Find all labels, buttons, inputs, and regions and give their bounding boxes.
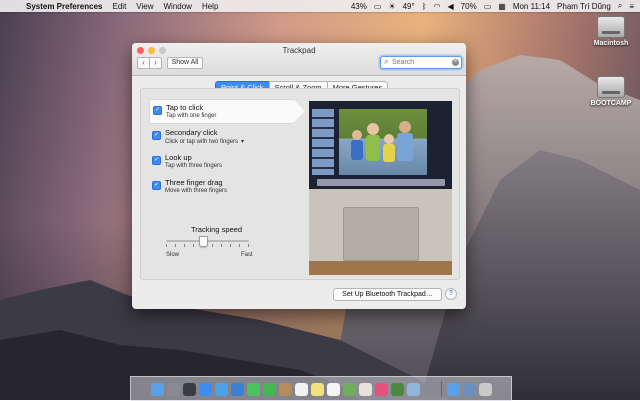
app-store-icon[interactable] <box>198 382 212 396</box>
reminders-icon[interactable] <box>326 382 340 396</box>
maps-icon[interactable] <box>342 382 356 396</box>
drive-label: Macintosh <box>593 40 629 47</box>
battery-icon[interactable]: ▭ <box>374 2 382 11</box>
slider-knob[interactable] <box>199 236 209 247</box>
menu-window[interactable]: Window <box>164 2 192 11</box>
help-button[interactable]: ? <box>445 288 457 300</box>
slider-max-label: Fast <box>241 252 253 258</box>
checkbox-tap-to-click[interactable]: ✓ <box>153 106 162 115</box>
gesture-preview-video <box>309 101 452 275</box>
option-subtitle: Tap with one finger <box>166 113 217 119</box>
documents-icon[interactable] <box>462 382 476 396</box>
mission-control-icon[interactable] <box>182 382 196 396</box>
desktop-drive-macintosh[interactable]: Macintosh <box>589 16 633 47</box>
search-icon: ⌕ <box>384 57 389 66</box>
tracking-speed-label: Tracking speed <box>191 225 242 234</box>
notification-center-icon[interactable]: ≡ <box>629 2 634 11</box>
hard-drive-icon <box>597 16 625 38</box>
preview-desk <box>309 261 452 275</box>
option-title: Secondary click <box>165 128 218 137</box>
menu-view[interactable]: View <box>136 2 153 11</box>
menu-bar: System Preferences Edit View Window Help… <box>0 0 640 12</box>
launchpad-icon[interactable] <box>166 382 180 396</box>
option-tap-to-click[interactable]: ✓ Tap to click Tap with one finger <box>149 99 305 124</box>
menu-edit[interactable]: Edit <box>113 2 127 11</box>
option-subtitle: Click or tap with two fingers <box>165 139 239 145</box>
trackpad-preferences-window: Trackpad ‹ › Show All ⌕ × Point & Click … <box>132 43 466 309</box>
dock <box>130 376 512 401</box>
option-subtitle: Tap with three fingers <box>165 163 223 169</box>
itunes-icon[interactable] <box>374 382 388 396</box>
checkbox-secondary-click[interactable]: ✓ <box>152 131 161 140</box>
clock[interactable]: Mon 11:14 <box>513 2 550 11</box>
facetime-icon[interactable] <box>262 382 276 396</box>
user-name[interactable]: Phạm Trí Dũng <box>557 2 611 11</box>
dock-separator <box>440 381 442 397</box>
nav-buttons: ‹ › <box>137 57 162 69</box>
chevron-down-icon[interactable]: ▾ <box>241 139 244 145</box>
bluetooth-icon[interactable]: ᛒ <box>422 2 427 11</box>
calendar-icon[interactable] <box>294 382 308 396</box>
preview-dock <box>317 179 445 186</box>
menu-app-name[interactable]: System Preferences <box>26 2 103 11</box>
contacts-icon[interactable] <box>278 382 292 396</box>
search-input[interactable] <box>392 57 448 68</box>
show-all-button[interactable]: Show All <box>167 57 203 69</box>
option-subtitle-row[interactable]: Click or tap with two fingers ▾ <box>165 138 244 145</box>
mail-icon[interactable] <box>230 382 244 396</box>
search-field[interactable]: ⌕ × <box>380 56 462 69</box>
safari-icon[interactable] <box>214 382 228 396</box>
trash-icon[interactable] <box>478 382 492 396</box>
option-secondary-click[interactable]: ✓ Secondary click Click or tap with two … <box>149 125 287 148</box>
clear-search-icon[interactable]: × <box>452 59 459 66</box>
setup-bluetooth-trackpad-button[interactable]: Set Up Bluetooth Trackpad… <box>333 288 442 301</box>
menu-help[interactable]: Help <box>202 2 218 11</box>
notes-icon[interactable] <box>310 382 324 396</box>
preview-icon[interactable] <box>406 382 420 396</box>
chrome-icon[interactable] <box>390 382 404 396</box>
drive-label: BOOTCAMP <box>590 100 632 107</box>
weather-temp[interactable]: 49° <box>403 2 415 11</box>
checkbox-look-up[interactable]: ✓ <box>152 156 161 165</box>
option-title: Three finger drag <box>165 178 223 187</box>
option-look-up[interactable]: ✓ Look up Tap with three fingers <box>149 150 287 173</box>
system-preferences-icon[interactable] <box>422 382 436 396</box>
option-three-finger-drag[interactable]: ✓ Three finger drag Move with three fing… <box>149 175 287 198</box>
desktop-drive-bootcamp[interactable]: BOOTCAMP <box>589 76 633 107</box>
option-title: Tap to click <box>166 103 204 112</box>
checkbox-three-finger-drag[interactable]: ✓ <box>152 181 161 190</box>
status-area: 43% ▭ ☀ 49° ᛒ ◠ ◀ 70% ▭ ▦ Mon 11:14 Phạm… <box>351 1 640 11</box>
option-title: Look up <box>165 153 192 162</box>
spotlight-icon[interactable]: ⌕ <box>618 1 622 11</box>
wifi-percent[interactable]: 70% <box>461 2 477 11</box>
hard-drive-icon <box>597 76 625 98</box>
forward-button[interactable]: › <box>150 57 162 69</box>
window-titlebar[interactable]: Trackpad ‹ › Show All ⌕ × <box>132 43 466 76</box>
preview-thumbnails <box>312 109 334 175</box>
back-button[interactable]: ‹ <box>137 57 150 69</box>
option-subtitle: Move with three fingers <box>165 188 228 194</box>
messages-icon[interactable] <box>246 382 260 396</box>
battery-level-icon[interactable]: ▭ <box>484 2 492 11</box>
preview-screen <box>309 101 452 189</box>
preview-trackpad <box>343 207 419 261</box>
battery-percent[interactable]: 43% <box>351 2 367 11</box>
slider-min-label: Slow <box>166 252 180 258</box>
downloads-icon[interactable] <box>446 382 460 396</box>
settings-panel: ✓ Tap to click Tap with one finger ✓ Sec… <box>140 88 460 280</box>
volume-icon[interactable]: ◀ <box>448 2 454 11</box>
finder-icon[interactable] <box>150 382 164 396</box>
wifi-icon[interactable]: ◠ <box>434 2 441 11</box>
photos-icon[interactable] <box>358 382 372 396</box>
preview-family-photo <box>339 109 427 175</box>
preview-laptop <box>309 189 452 261</box>
window-title: Trackpad <box>282 46 316 55</box>
weather-icon[interactable]: ☀ <box>388 2 395 11</box>
flag-icon[interactable]: ▦ <box>498 2 506 11</box>
